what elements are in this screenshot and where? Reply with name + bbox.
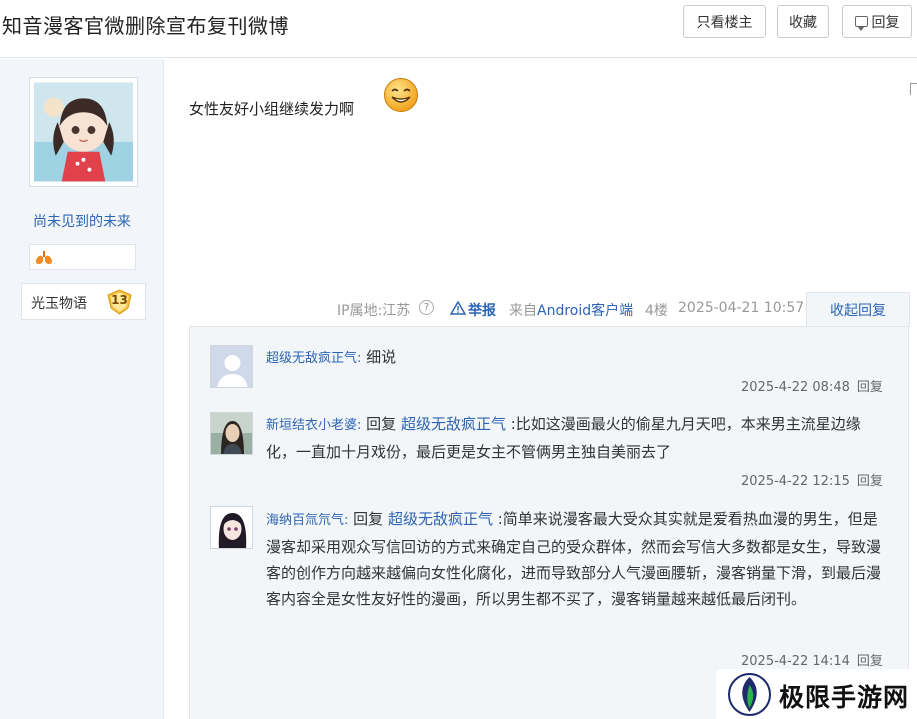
anime-girl-avatar-icon [34,82,133,182]
sub-replies-panel: 超级无敌疯正气: 细说 2025-4-22 08:48 回复 新垣结衣小老婆: 回… [189,326,909,719]
watermark-logo-icon [728,673,771,716]
forum-level-box[interactable]: 光玉物语 13 [21,283,146,320]
smiley-emoticon-icon [384,78,418,112]
reply-time: 2025-4-22 12:15 [741,474,850,489]
reply-username[interactable]: 新垣结衣小老婆: [266,418,361,433]
question-circle-icon[interactable]: ? [419,300,434,315]
post-content: 女性友好小组继续发力啊 [189,100,355,118]
author-username[interactable]: 尚未见到的未来 [0,211,164,231]
corner-marker [910,83,917,95]
reply-time: 2025-4-22 14:14 [741,654,850,669]
floor-number: 4楼 [645,303,668,319]
reply-body: 细说 [361,348,397,366]
anime-girl-avatar-icon [211,507,252,548]
reply-meta: 2025-4-22 12:15 回复 [741,470,883,489]
reply-avatar[interactable] [210,345,253,388]
author-avatar[interactable] [29,77,138,187]
reply-text: 新垣结衣小老婆: 回复 超级无敌疯正气 :比如这漫画最火的偷星九月天吧，本来男主… [266,411,886,465]
watermark-text: 极限手游网 [779,683,910,712]
forum-name: 光玉物语 [31,296,87,312]
report-link[interactable]: 举报 [468,300,496,320]
reply-text: 超级无敌疯正气: 细说 [266,344,886,372]
reply-prefix: 回复 [348,510,388,528]
level-number: 13 [111,293,128,307]
reply-avatar[interactable] [210,412,253,455]
client-link[interactable]: Android客户端 [537,303,633,319]
ip-location: IP属地:江苏 [337,303,411,319]
reply-prefix: 回复 [361,415,401,433]
reply-text: 海纳百氚氘气: 回复 超级无敌疯正气 :简单来说漫客最大受众其实就是爱看热血漫的… [266,506,888,612]
reply-time: 2025-4-22 08:48 [741,380,850,395]
favorite-button[interactable]: 收藏 [777,5,829,38]
reply-action-button[interactable]: 回复 [857,474,883,489]
post-header: 知音漫客官微删除宣布复刊微博 只看楼主 收藏 回复 [0,0,917,58]
reply-action-button[interactable]: 回复 [857,380,883,395]
shield-badge-icon: 13 [106,289,133,315]
collapse-replies-button[interactable]: 收起回复 [806,292,910,327]
source-prefix: 来自 [509,303,537,319]
default-user-avatar-icon [211,346,252,387]
author-sidebar: 尚未见到的未来 光玉物语 13 [0,59,164,719]
author-badge-box [29,244,136,270]
reply-meta: 2025-4-22 14:14 回复 [741,650,883,669]
site-watermark: 极限手游网 [716,669,917,719]
reply-target-link[interactable]: 超级无敌疯正气 [388,510,493,528]
reply-button-label: 回复 [871,14,900,31]
reply-button[interactable]: 回复 [842,5,912,38]
speech-bubble-icon [854,16,868,31]
woman-photo-avatar-icon [211,413,252,454]
post-time: 2025-04-21 10:57 [678,300,805,316]
lung-badge-icon[interactable] [35,251,53,265]
reply-target-link[interactable]: 超级无敌疯正气 [401,415,506,433]
reply-meta: 2025-4-22 08:48 回复 [741,376,883,395]
reply-avatar[interactable] [210,506,253,549]
reply-username[interactable]: 海纳百氚氘气: [266,513,348,528]
post-source: 来自Android客户端 [509,300,633,320]
warning-triangle-icon[interactable] [450,301,466,315]
only-op-button[interactable]: 只看楼主 [683,5,766,38]
post-title: 知音漫客官微删除宣布复刊微博 [2,14,289,38]
reply-action-button[interactable]: 回复 [857,654,883,669]
reply-username[interactable]: 超级无敌疯正气: [266,351,361,366]
